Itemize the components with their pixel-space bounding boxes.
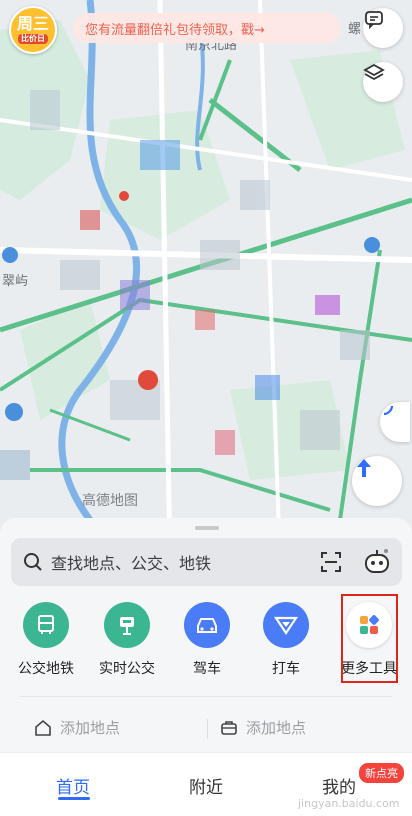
places-divider: [207, 719, 208, 739]
bottom-tab-bar: 首页 附近 我的 新点亮 jingyan.baidu.com: [0, 752, 412, 816]
home-place-label: 添加地点: [60, 719, 121, 737]
work-place-label: 添加地点: [246, 719, 307, 737]
promo-badge-bottom: 比价日: [18, 34, 48, 44]
saved-places: 添加地点 添加地点: [20, 696, 392, 759]
tool-realtime-bus[interactable]: 实时公交: [86, 602, 168, 678]
tab-home[interactable]: 首页: [56, 773, 90, 798]
add-home-place[interactable]: 添加地点: [34, 717, 120, 738]
voice-assistant-icon[interactable]: [361, 546, 393, 578]
active-tab-indicator: [58, 797, 90, 800]
layers-icon: [363, 63, 385, 81]
tool-drive[interactable]: 驾车: [166, 602, 248, 678]
add-work-place[interactable]: 添加地点: [220, 717, 306, 738]
navigation-arrow-icon: [357, 459, 371, 477]
message-button[interactable]: [363, 8, 403, 48]
map-district-label: 翠屿: [2, 274, 29, 289]
app-screen: 南京北路 翠屿 螺 高德地图 周三 比价日 您有流量翻倍礼包待领取，戳→ 查找地…: [0, 0, 412, 816]
taxi-icon: [263, 602, 309, 648]
scan-icon[interactable]: [319, 550, 343, 574]
compass-icon: [383, 405, 394, 416]
tool-label: 驾车: [193, 661, 221, 677]
tab-mine[interactable]: 我的: [322, 773, 356, 798]
new-badge: 新点亮: [359, 763, 404, 783]
sheet-drag-handle[interactable]: [195, 526, 219, 530]
map-view[interactable]: 南京北路 翠屿 螺 高德地图 周三 比价日 您有流量翻倍礼包待领取，戳→: [0, 0, 412, 560]
map-logo-label: 高德地图: [82, 493, 138, 509]
tool-bus-metro[interactable]: 公交地铁: [5, 602, 87, 678]
search-bar[interactable]: 查找地点、公交、地铁: [11, 538, 402, 586]
home-icon: [35, 719, 51, 736]
bus-stop-icon: [104, 602, 150, 648]
map-canvas: [0, 0, 412, 560]
promo-message: 您有流量翻倍礼包待领取，戳→: [85, 22, 265, 38]
promo-badge[interactable]: 周三 比价日: [9, 6, 57, 54]
navigate-button[interactable]: [352, 456, 402, 506]
tool-label: 打车: [272, 661, 300, 677]
tab-nearby[interactable]: 附近: [189, 773, 223, 798]
car-icon: [184, 602, 230, 648]
annotation-highlight-box: [341, 594, 398, 683]
promo-badge-top: 周三: [16, 14, 49, 33]
watermark: jingyan.baidu.com: [298, 797, 400, 810]
tool-label: 公交地铁: [18, 661, 74, 677]
tool-label: 实时公交: [99, 661, 155, 677]
map-north-label: 螺: [348, 22, 362, 37]
promo-banner[interactable]: 您有流量翻倍礼包待领取，戳→: [73, 13, 341, 43]
search-icon: [24, 553, 42, 571]
tool-taxi[interactable]: 打车: [245, 602, 327, 678]
search-input[interactable]: 查找地点、公交、地铁: [51, 550, 211, 574]
briefcase-icon: [221, 720, 237, 735]
bus-icon: [23, 602, 69, 648]
chat-icon: [365, 11, 383, 30]
layers-button[interactable]: [363, 62, 403, 102]
